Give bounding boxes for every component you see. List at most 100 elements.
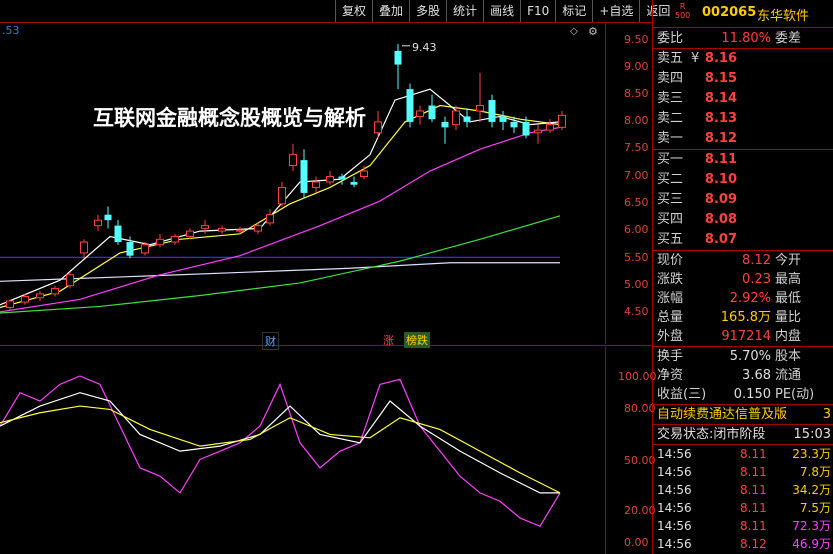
sell-order-row[interactable]: 卖一 8.12	[653, 129, 833, 149]
sell-order-label: 卖三	[657, 91, 684, 106]
quote-panel: R 500 002065 东华软件 委比 11.80% 委差 卖五 ¥ 8.16…	[652, 0, 833, 554]
buy-order-label: 买三	[657, 192, 684, 207]
price-tick: 9.50	[624, 33, 649, 46]
fundamental-value: 3.68	[742, 368, 771, 383]
buy-order-row[interactable]: 买三 8.09	[653, 190, 833, 210]
candle-body	[510, 121, 518, 128]
margin-badge: R 500	[675, 2, 690, 20]
tick-price: 8.11	[740, 447, 767, 461]
candle-body	[374, 121, 382, 134]
candle-body	[171, 236, 179, 243]
tick-row: 14:56 8.11 72.3万	[653, 517, 833, 535]
tick-row: 14:56 8.12 46.9万	[653, 535, 833, 553]
toolbar-button-add-watchlist[interactable]: +自选	[592, 0, 639, 22]
rank-marker[interactable]: 榜跌	[404, 332, 430, 348]
margin-badge-bottom: 500	[675, 11, 691, 20]
candle-body	[266, 214, 274, 224]
buy-order-row[interactable]: 买五 8.07	[653, 230, 833, 250]
candle-body	[463, 116, 471, 122]
candle-body	[36, 293, 44, 299]
quote-row: 现价 8.12 今开	[653, 251, 833, 270]
fundamental-value: 0.150	[733, 387, 771, 402]
quote-value: 917214	[721, 329, 771, 344]
quote-label: 外盘	[657, 329, 684, 344]
ma20-line	[0, 126, 561, 313]
yen-icon: ¥	[691, 51, 700, 66]
sell-order-row[interactable]: 卖四 8.15	[653, 69, 833, 89]
candle-body	[338, 176, 346, 180]
quote-value: 165.8万	[720, 310, 771, 325]
candle-body	[278, 186, 286, 205]
promo-banner[interactable]: 自动续费通达信普及版 3	[653, 405, 833, 425]
candle-body	[350, 181, 358, 185]
tick-row: 14:56 8.11 23.3万	[653, 445, 833, 463]
quote-value: 0.23	[742, 272, 771, 287]
toolbar-button-fuquan[interactable]: 复权	[335, 0, 372, 22]
buy-order-price: 8.11	[704, 152, 737, 167]
toolbar-button-mark[interactable]: 标记	[555, 0, 592, 22]
finance-marker[interactable]: 财	[262, 332, 279, 350]
candle-body	[80, 241, 88, 254]
status-time: 15:03	[793, 427, 831, 442]
tick-row: 14:56 8.11 34.2万	[653, 481, 833, 499]
buy-order-row[interactable]: 买四 8.08	[653, 210, 833, 230]
tick-volume: 72.3万	[792, 519, 831, 533]
sell-order-price: 8.12	[704, 131, 737, 146]
buy-order-price: 8.07	[704, 232, 737, 247]
trade-status: 交易状态:闭市阶段 15:03	[653, 425, 833, 445]
quote-row: 涨幅 2.92% 最低	[653, 289, 833, 308]
sell-order-row[interactable]: 卖三 8.14	[653, 89, 833, 109]
toolbar-button-multi-stock[interactable]: 多股	[409, 0, 446, 22]
buy-order-price: 8.08	[704, 212, 737, 227]
tick-volume: 23.3万	[792, 447, 831, 461]
candle-body	[66, 274, 74, 287]
sell-order-price: 8.14	[704, 91, 737, 106]
toolbar-button-f10[interactable]: F10	[520, 0, 555, 22]
candle-body	[141, 244, 149, 254]
buy-order-row[interactable]: 买二 8.10	[653, 170, 833, 190]
quote-row: 总量 165.8万 量比	[653, 308, 833, 327]
candle-body	[326, 176, 334, 183]
sell-order-row[interactable]: 卖五 ¥ 8.16	[653, 49, 833, 69]
candle-body	[300, 160, 308, 193]
settings-icon[interactable]: ⚙	[588, 25, 598, 38]
quote-label: 涨幅	[657, 291, 684, 306]
sell-order-price: 8.16	[704, 51, 737, 66]
tick-time: 14:56	[657, 519, 692, 533]
buy-order-label: 买五	[657, 232, 684, 247]
tick-price: 8.11	[740, 483, 767, 497]
buy-order-price: 8.10	[704, 172, 737, 187]
tick-time: 14:56	[657, 501, 692, 515]
fundamental-label: 净资	[657, 368, 684, 383]
candle-body	[218, 227, 226, 232]
status-label: 交易状态:	[657, 427, 714, 442]
sell-order-row[interactable]: 卖二 8.13	[653, 109, 833, 129]
sell-order-price: 8.13	[704, 111, 737, 126]
quote-label-2: 内盘	[775, 329, 802, 344]
buy-order-label: 买四	[657, 212, 684, 227]
candle-body	[406, 89, 414, 122]
price-tick: 6.00	[624, 223, 649, 236]
buy-order-row[interactable]: 买一 8.11	[653, 150, 833, 170]
tick-time: 14:56	[657, 465, 692, 479]
indicator-tick: 50.00	[624, 454, 656, 467]
indicator-tick: 80.00	[624, 402, 656, 415]
buy-order-label: 买一	[657, 152, 684, 167]
diamond-icon[interactable]: ◇	[570, 26, 578, 37]
quote-value: 2.92%	[729, 291, 771, 306]
toolbar-button-overlay[interactable]: 叠加	[372, 0, 409, 22]
toolbar-button-draw-line[interactable]: 画线	[483, 0, 520, 22]
tick-list[interactable]: 14:56 8.11 23.3万 14:56 8.11 7.8万 14:56 8…	[653, 445, 833, 553]
toolbar-button-stats[interactable]: 统计	[446, 0, 483, 22]
tick-time: 14:56	[657, 483, 692, 497]
weicha-label: 委差	[775, 31, 802, 46]
weibi-value: 11.80%	[721, 31, 771, 46]
tick-price: 8.11	[740, 465, 767, 479]
promo-text: 自动续费通达信普及版	[657, 407, 788, 422]
candle-body	[558, 114, 566, 128]
stock-code: 002065	[702, 5, 757, 20]
margin-badge-top: R	[679, 2, 686, 11]
stock-header: R 500 002065 东华软件	[653, 0, 833, 28]
quote-label: 现价	[657, 253, 684, 268]
rise-marker[interactable]: 涨	[381, 332, 396, 348]
